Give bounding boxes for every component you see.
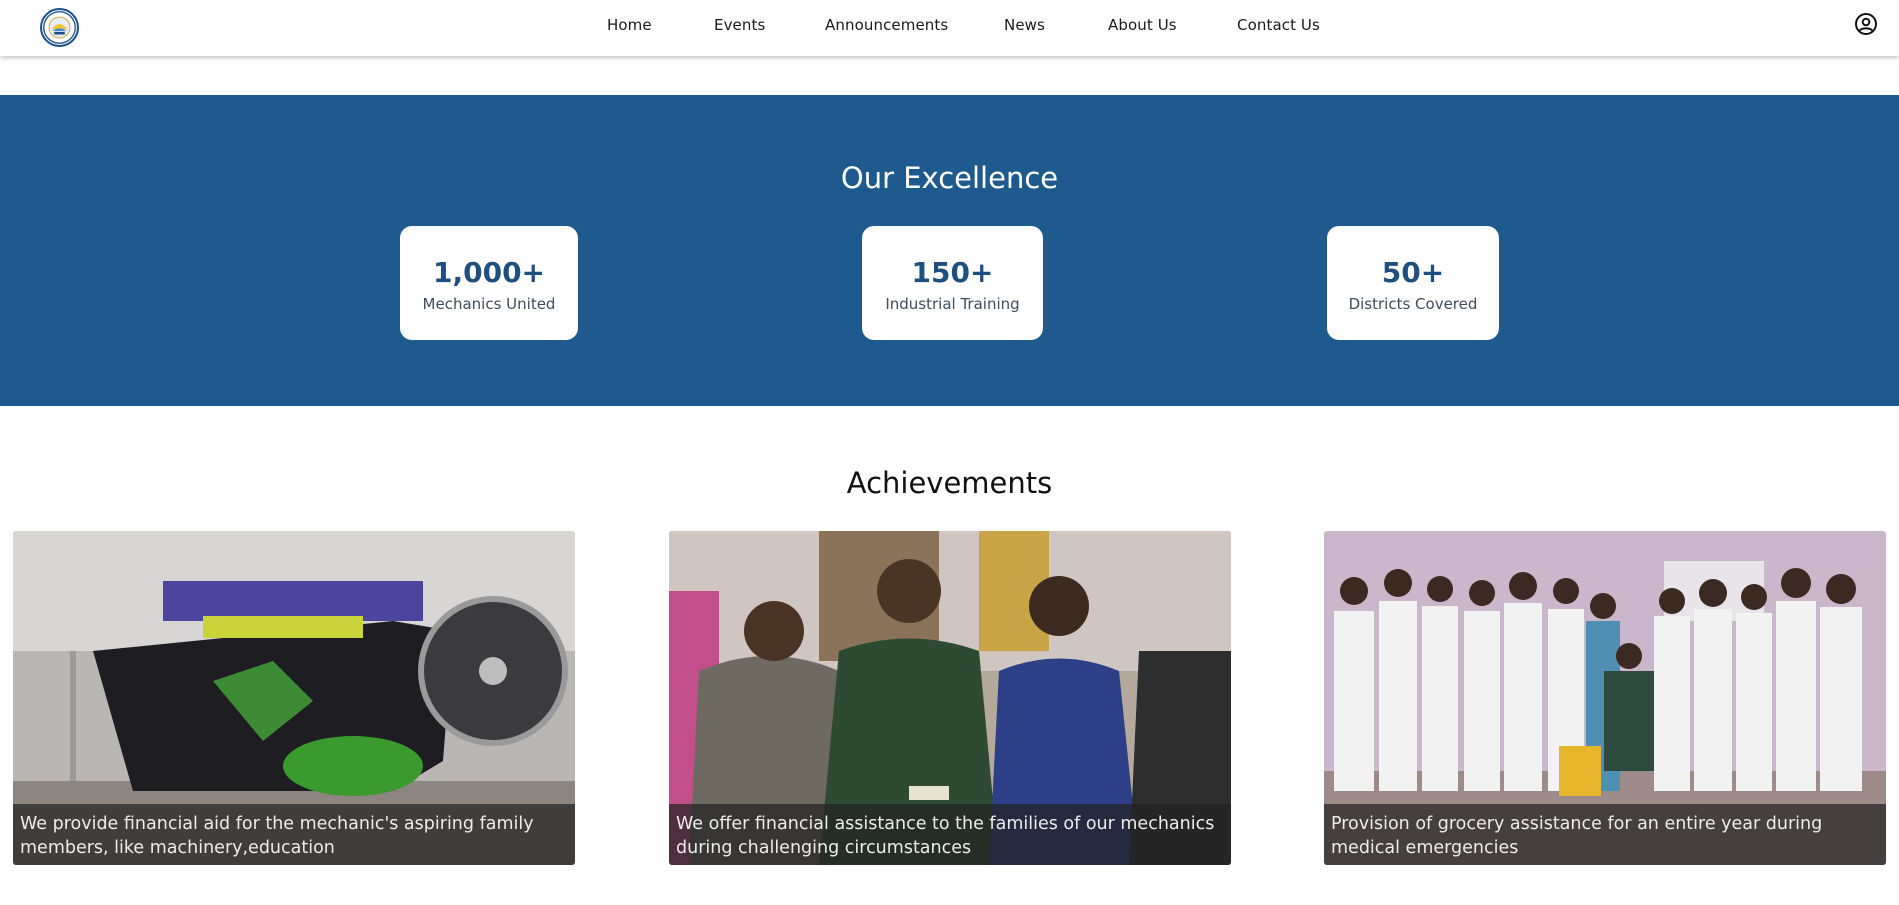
nav-news[interactable]: News <box>1004 16 1045 34</box>
card-caption: We offer financial assistance to the fam… <box>669 804 1231 865</box>
user-profile-icon[interactable] <box>1854 12 1878 36</box>
nav-about-us[interactable]: About Us <box>1108 16 1177 34</box>
nav-announcements[interactable]: Announcements <box>825 16 948 34</box>
stat-value: 1,000+ <box>432 256 546 289</box>
card-caption: We provide financial aid for the mechani… <box>13 804 575 865</box>
stat-value: 50+ <box>1381 256 1445 289</box>
achievement-card-2[interactable]: We offer financial assistance to the fam… <box>669 531 1231 865</box>
nav-contact-us[interactable]: Contact Us <box>1237 16 1320 34</box>
main-nav: Home Events Announcements News About Us … <box>0 16 1899 38</box>
stat-card-districts: 50+ Districts Covered <box>1327 226 1499 340</box>
stat-label: Mechanics United <box>422 295 556 313</box>
stat-value: 150+ <box>911 256 994 289</box>
nav-home[interactable]: Home <box>607 16 652 34</box>
stat-label: Industrial Training <box>885 295 1020 313</box>
stat-label: Districts Covered <box>1348 295 1478 313</box>
nav-events[interactable]: Events <box>714 16 765 34</box>
stat-card-mechanics: 1,000+ Mechanics United <box>400 226 578 340</box>
achievements-title: Achievements <box>846 466 1053 500</box>
excellence-title: Our Excellence <box>840 161 1059 195</box>
achievement-card-3[interactable]: Provision of grocery assistance for an e… <box>1324 531 1886 865</box>
top-navbar: Home Events Announcements News About Us … <box>0 0 1899 56</box>
achievement-card-1[interactable]: We provide financial aid for the mechani… <box>13 531 575 865</box>
excellence-section: Our Excellence 1,000+ Mechanics United 1… <box>0 95 1899 406</box>
card-caption: Provision of grocery assistance for an e… <box>1324 804 1886 865</box>
stat-card-training: 150+ Industrial Training <box>862 226 1043 340</box>
